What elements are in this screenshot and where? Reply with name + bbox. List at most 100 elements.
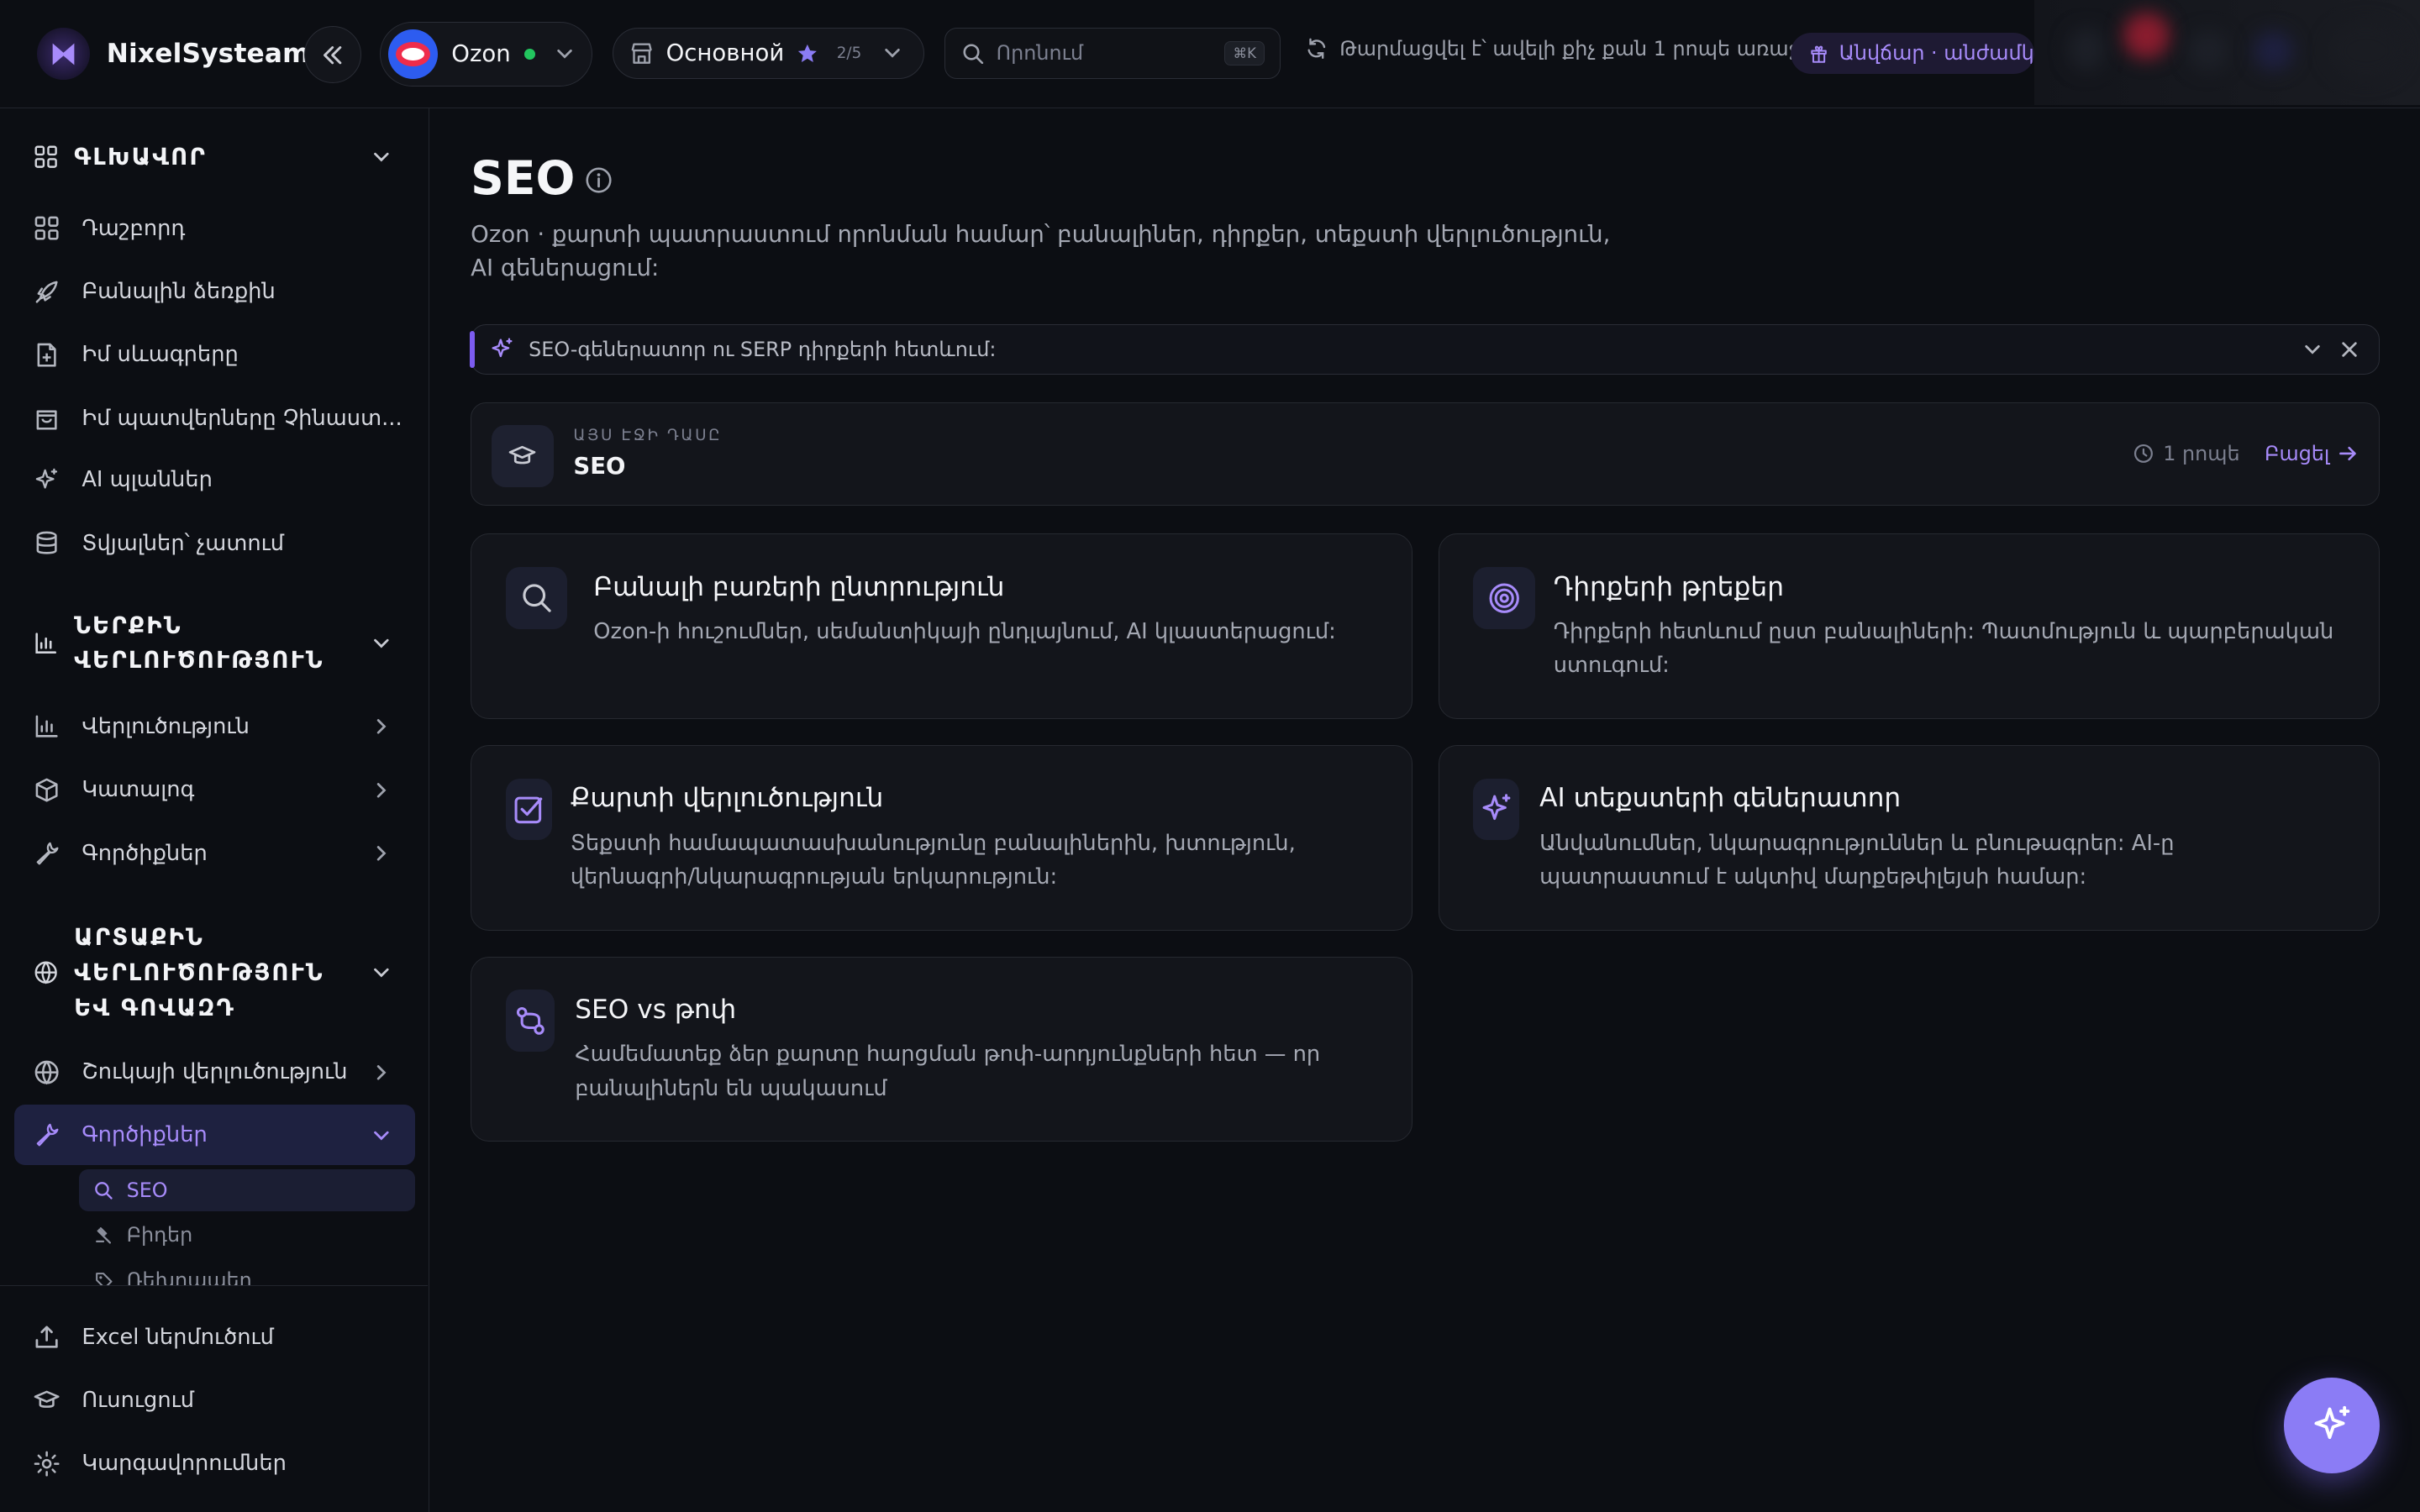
sparkles-icon	[492, 338, 513, 358]
star-icon	[797, 44, 817, 62]
sidebar-item-label: Բանալին ձեռքին	[82, 279, 276, 305]
chevron-right-icon	[376, 1064, 387, 1080]
sidebar-item-settings[interactable]: Կարգավորումներ	[34, 1441, 404, 1487]
sidebar-item-drafts[interactable]: Իմ սևագրերը	[34, 332, 404, 378]
card-seo-vs-top[interactable]: SEO vs թոփ Համեմատեք ձեր քարտը հարցման թ…	[471, 956, 1413, 1142]
subitem-label: SEO	[126, 1178, 168, 1202]
top-right-controls	[2033, 0, 2420, 105]
card-description: Ozon-ի հուշումներ, սեմանտիկայի ընդլայնու…	[593, 618, 1336, 644]
tag-icon	[96, 1272, 113, 1285]
sidebar-item-dashboard[interactable]: Դաշբորդ	[34, 205, 404, 251]
chevron-down-icon	[373, 968, 389, 978]
sidebar-item-turnkey[interactable]: Բանալին ձեռքին	[34, 269, 404, 315]
card-title: Քարտի վերլուծություն	[570, 783, 884, 814]
status-online-dot	[524, 48, 536, 60]
chevron-down-icon	[885, 49, 900, 58]
close-icon[interactable]	[2340, 340, 2359, 359]
sidebar-item-label: Դաշբորդ	[82, 215, 186, 241]
chevron-down-icon[interactable]	[2303, 340, 2322, 359]
card-listing-analysis[interactable]: Քարտի վերլուծություն Տեքստի համապատասխան…	[471, 745, 1413, 931]
target-icon	[1473, 567, 1535, 629]
sidebar-item-label: Շուկայի վերլուծություն	[82, 1059, 348, 1085]
sidebar-item-label: Գործիքներ	[82, 840, 208, 866]
gear-icon	[34, 1451, 60, 1477]
subitem-repricer[interactable]: Ռեխոպաեր	[79, 1259, 415, 1285]
sidebar-item-ai-plans[interactable]: AI պլաններ	[34, 457, 404, 503]
sync-status-text: Թարմացվել է՝ ավելի քիչ քան 1 րոպե առաջ	[1339, 37, 1801, 61]
card-position-tracker[interactable]: Դիրքերի թրեքեր Դիրքերի հետևում ըստ բանալ…	[1438, 533, 2381, 719]
sidebar-nav[interactable]: ԳԼԽԱՎՈՐ Դաշբորդ Բանալին ձեռքին Իմ սևագրե…	[0, 108, 428, 1285]
graduation-cap-icon	[34, 1390, 60, 1409]
sidebar-item-label: Կատալոգ	[82, 777, 195, 803]
globe-icon	[34, 961, 58, 984]
chevron-down-icon	[557, 50, 572, 59]
chevron-right-icon	[376, 719, 387, 734]
top-bar: NixelSysteam Ozon Основной 2/5 Որոնում ⌘…	[0, 0, 2420, 108]
git-compare-icon	[505, 990, 555, 1052]
sidebar-item-excel-import[interactable]: Excel ներմուծում	[34, 1314, 404, 1360]
upload-icon	[35, 1326, 59, 1348]
search-icon	[505, 567, 568, 629]
sidebar-item-tools-internal[interactable]: Գործիքներ	[34, 830, 404, 876]
search-icon	[963, 43, 984, 64]
store-selector[interactable]: Основной 2/5	[613, 28, 925, 79]
sidebar-item-learning[interactable]: Ուսուցում	[34, 1377, 404, 1423]
card-title: Բանալի բառերի ընտրություն	[593, 571, 1005, 602]
lesson-open-label: Բացել	[2264, 442, 2330, 466]
gavel-icon	[96, 1227, 112, 1244]
ai-assistant-button[interactable]	[2284, 1378, 2381, 1474]
lesson-meta: 1 րոպե Բացել	[2133, 442, 2357, 465]
subitem-seo[interactable]: SEO	[78, 1169, 416, 1211]
graduation-cap-icon	[492, 425, 554, 487]
promo-badge[interactable]: Անվճար · անժամկ	[1790, 32, 2034, 75]
wrench-icon	[37, 842, 59, 865]
sidebar-item-label: AI պլաններ	[82, 467, 213, 493]
lesson-duration: 1 րոպե	[2163, 442, 2240, 466]
subitem-bidder[interactable]: Բիդեր	[79, 1214, 415, 1256]
sidebar-item-market-analytics[interactable]: Շուկայի վերլուծություն	[34, 1049, 404, 1095]
section-external-header[interactable]: ԱՐՏԱՔԻՆ ՎԵՐԼՈՒԾՈՒԹՅՈՒՆ ԵՎ ԳՈՎԱԶԴ	[34, 920, 404, 1026]
lesson-kicker: ԱՅՍ ԷՋԻ ԴԱՍԸ	[573, 426, 723, 444]
section-title: ԱՐՏԱՔԻՆ ՎԵՐԼՈՒԾՈՒԹՅՈՒՆ ԵՎ ԳՈՎԱԶԴ	[74, 923, 324, 1022]
chevron-right-icon	[376, 845, 387, 861]
card-keyword-selection[interactable]: Բանալի բառերի ընտրություն Ozon-ի հուշում…	[471, 533, 1413, 719]
sidebar-item-label: Excel ներմուծում	[82, 1324, 274, 1350]
sidebar-item-label: Իմ սևագրերը	[82, 342, 239, 368]
card-description: Համեմատեք ձեր քարտը հարցման թոփ-արդյունք…	[575, 1042, 1321, 1101]
card-ai-text-generator[interactable]: AI տեքստերի գեներատոր Անվանումներ, նկարա…	[1438, 745, 2381, 931]
card-title: Դիրքերի թրեքեր	[1553, 571, 1784, 602]
collapse-sidebar-button[interactable]	[303, 26, 361, 84]
sparkles-icon	[2314, 1406, 2349, 1440]
globe-icon	[35, 1060, 59, 1085]
search-input[interactable]: Որոնում ⌘K	[944, 28, 1281, 79]
section-internal-header[interactable]: ՆԵՐՔԻՆ ՎԵՐԼՈՒԾՈՒԹՅՈՒՆ	[34, 609, 404, 677]
sidebar-item-analytics[interactable]: Վերլուծություն	[34, 704, 404, 750]
card-description: Տեքստի համապատասխանությունը բանալիներին,…	[570, 830, 1296, 890]
sidebar-item-tools-active[interactable]: Գործիքներ	[13, 1105, 416, 1165]
marketplace-selector[interactable]: Ozon	[379, 21, 593, 87]
sidebar-item-label: Իմ պատվերները Չինաստ...	[82, 405, 402, 431]
card-title: SEO vs թոփ	[575, 994, 737, 1025]
store-count: 2/5	[836, 44, 862, 62]
sidebar-item-china-orders[interactable]: Իմ պատվերները Չինաստ...	[34, 395, 404, 441]
lesson-open-link[interactable]: Բացել	[2265, 442, 2357, 465]
notice-banner: SEO-գեներատոր ու SERP դիրքերի հետևում:	[470, 323, 2381, 375]
sparkles-icon	[36, 468, 58, 489]
search-placeholder: Որոնում	[996, 41, 1084, 66]
info-icon[interactable]	[585, 166, 613, 194]
page-subtitle: Ozon · քարտի պատրաստում որոնման համար՝ բ…	[471, 220, 1611, 282]
lesson-card[interactable]: ԱՅՍ ԷՋԻ ԴԱՍԸ SEO 1 րոպե Բացել	[471, 402, 2381, 507]
wrench-icon	[37, 1123, 59, 1147]
sidebar-item-data-chat[interactable]: Տվյալներ՝ չատում	[34, 520, 404, 566]
card-description: Դիրքերի հետևում ըստ բանալիների: Պատմությ…	[1553, 618, 2334, 679]
sidebar-item-catalog[interactable]: Կատալոգ	[34, 767, 404, 813]
chevron-right-icon	[376, 782, 387, 798]
brand[interactable]: NixelSysteam	[37, 28, 310, 81]
marketplace-label: Ozon	[451, 40, 511, 68]
sidebar-item-label: Գործիքներ	[82, 1121, 208, 1147]
app-root: NixelSysteam Ozon Основной 2/5 Որոնում ⌘…	[0, 0, 2420, 1512]
section-main-header[interactable]: ԳԼԽԱՎՈՐ	[34, 144, 389, 171]
database-icon	[37, 531, 58, 554]
dashboard-icon	[35, 216, 59, 240]
card-title: AI տեքստերի գեներատոր	[1539, 783, 1902, 814]
